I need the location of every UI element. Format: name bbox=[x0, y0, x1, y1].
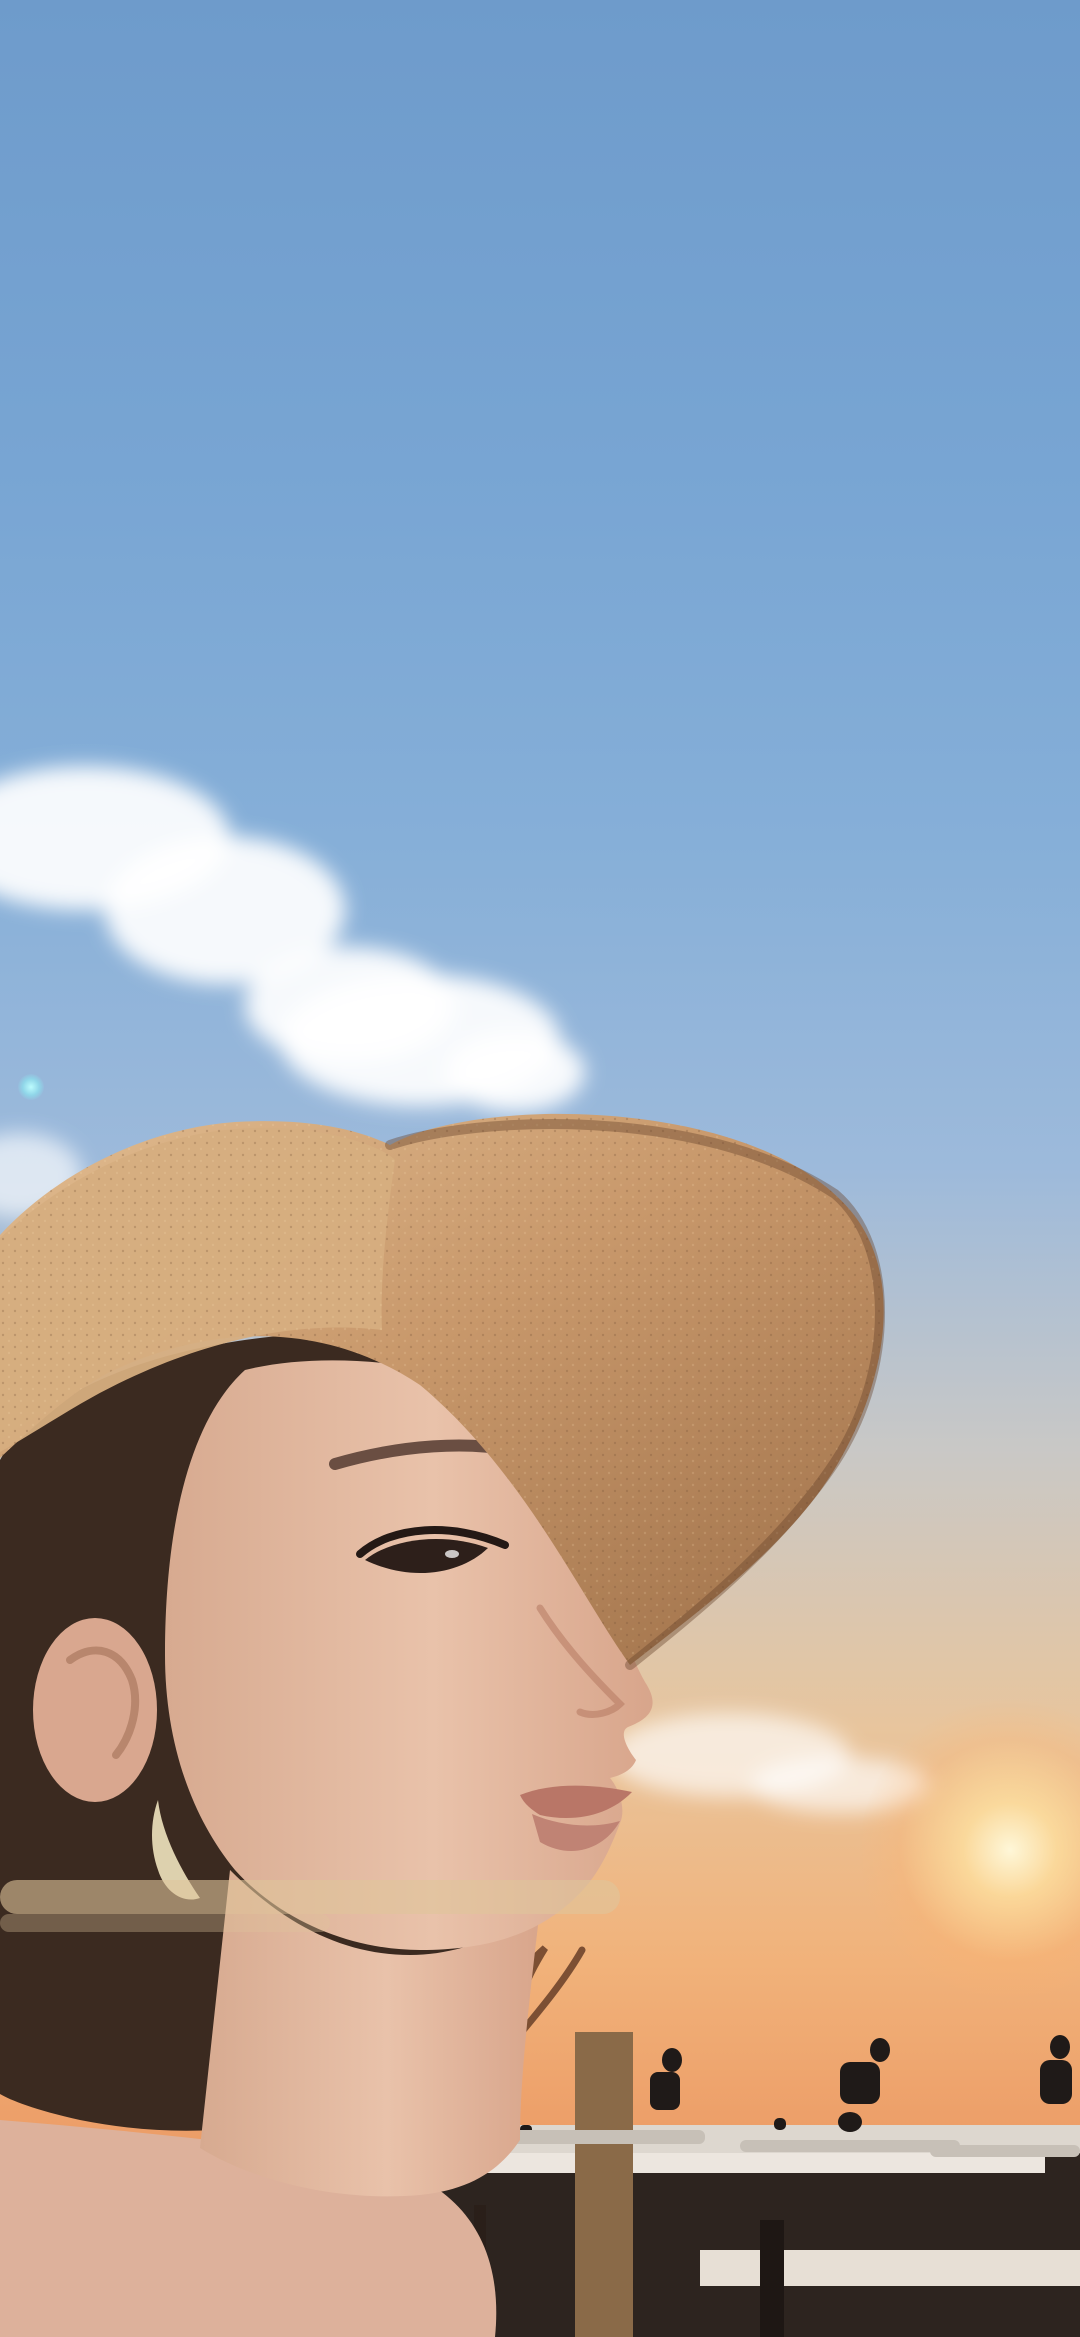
foreground-blur-bar bbox=[0, 1880, 620, 1914]
wallpaper-photo bbox=[0, 0, 1080, 2337]
woman-in-straw-hat bbox=[0, 1113, 885, 2337]
eye-highlight bbox=[445, 1550, 459, 1558]
foreground-blur-bar-lower bbox=[0, 1914, 330, 1932]
